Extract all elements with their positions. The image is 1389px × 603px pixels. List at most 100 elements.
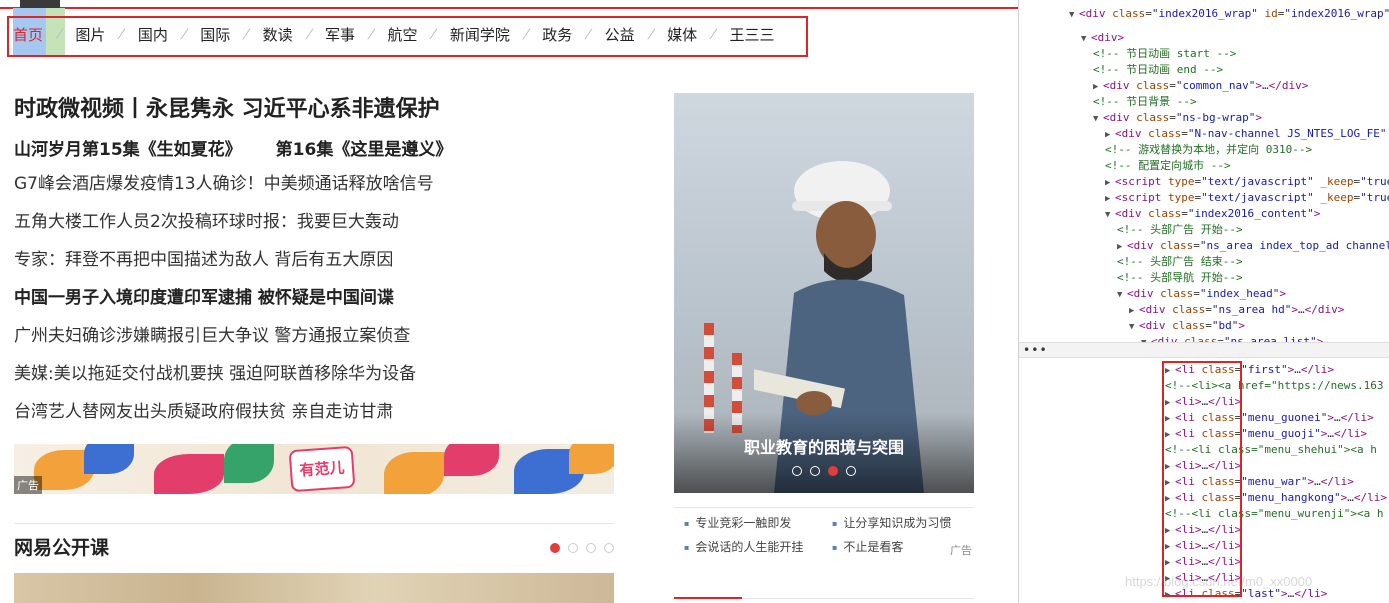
nav-item[interactable]: 政务 / [542,24,604,45]
nav-item-label: 数读 [262,25,293,44]
nav-item[interactable]: 数读 / [263,24,325,45]
slide-dot[interactable] [828,466,838,476]
dom-node-line[interactable]: ▶ <li>…</li> [1165,394,1241,410]
nav-item-label: 王三三 [729,25,775,44]
dom-node-line[interactable]: ▶ <script type="text/javascript" _keep="t… [1105,190,1389,206]
dom-node-line[interactable]: <!-- 头部广告 结束--> [1117,254,1243,270]
dom-node-line[interactable]: ▶ <li>…</li> [1165,538,1241,554]
dom-node-line[interactable]: <!-- 头部导航 开始--> [1117,270,1243,286]
tab-baseline [742,598,974,599]
slide-dot[interactable] [792,466,802,476]
news-item[interactable]: 广州夫妇确诊涉嫌瞒报引巨大争议 警方通报立案侦查 [14,322,434,360]
nav-item[interactable]: 军事 / [325,24,387,45]
promo-links-grid: 专业竞彩一触即发让分享知识成为习惯会说话的人生能开挂不止是看客 [684,514,962,555]
course-carousel-dots [550,543,614,553]
dom-node-line[interactable]: ▶ <li>…</li> [1165,554,1241,570]
news-list: G7峰会酒店爆发疫情13人确诊！中美频通话释放啥信号 五角大楼工作人员2次投稿环球… [14,170,434,436]
promo-link[interactable]: 专业竞彩一触即发 [684,514,832,531]
news-page: 首页 / 图片 / 国内 / 国际 / 数读 / 军事 / 航空 / 新闻学院 / 政务 / 公益 / 媒体 / 王三三 时… [0,0,1018,603]
dom-node-line[interactable]: <!--<li class="menu_wurenji"><a h [1165,506,1384,522]
nav-separator: / [303,26,314,42]
nav-item[interactable]: 国内 / [138,24,200,45]
promo-link[interactable]: 不止是看客 [832,538,962,555]
dom-node-line[interactable]: <!-- 节日动画 start --> [1093,46,1236,62]
top-headline[interactable]: 时政微视频丨永昆隽永 习近平心系非遗保护 [14,91,440,123]
dom-node-line[interactable]: ▼ <div class="index_head"> [1117,286,1286,302]
featured-photo[interactable]: 职业教育的困境与突围 [674,93,974,493]
dom-node-line[interactable]: ▶ <li class="menu_hangkong">…</li> [1165,490,1387,506]
nav-item[interactable]: 首页 / [13,24,75,45]
dom-node-line[interactable]: ▶ <div class="common_nav">…</div> [1093,78,1308,94]
nav-item[interactable]: 媒体 / [667,24,729,45]
nav-separator: / [241,26,252,42]
ad-label: 广告 [14,476,42,494]
dom-node-line[interactable]: ▶ <li>…</li> [1165,522,1241,538]
dom-node-line[interactable]: ▼ <div class="index2016_content"> [1105,206,1320,222]
dom-node-line[interactable]: ▼ <div class="index2016_wrap" id="index20… [1069,6,1389,22]
dom-node-line[interactable]: ▼ <div> [1081,30,1124,46]
watermark: https://blog.csdn.net/m0_xx0000 [1125,574,1313,589]
subhead-link-2[interactable]: 第16集《这里是遵义》 [276,140,453,160]
nav-item[interactable]: 公益 / [605,24,667,45]
nav-item[interactable]: 图片 / [75,24,137,45]
nav-item[interactable]: 王三三 [729,24,774,45]
dom-node-line[interactable]: ▶ <li class="menu_guoji">…</li> [1165,426,1367,442]
news-item[interactable]: 五角大楼工作人员2次投稿环球时报：我要巨大轰动 [14,208,434,246]
nav-item-label: 媒体 [667,25,698,44]
news-item[interactable]: 美媒:美以拖延交付战机要挟 强迫阿联酋移除华为设备 [14,360,434,398]
dom-node-line[interactable]: ▶ <div class="N-nav-channel JS_NTES_LOG_F… [1105,126,1387,142]
dom-node-line[interactable]: <!-- 节日动画 end --> [1093,62,1223,78]
dom-node-line[interactable]: ▶ <script type="text/javascript" _keep="t… [1105,174,1389,190]
nav-item[interactable]: 航空 / [387,24,449,45]
nav-item-label: 国内 [137,25,168,44]
tab-underline [674,597,742,599]
nav-separator: / [428,26,439,42]
dom-node-line[interactable]: ▶ <li class="menu_guonei">…</li> [1165,410,1374,426]
more-options-icon[interactable]: ••• [1023,343,1048,357]
promo-links: 专业竞彩一触即发让分享知识成为习惯会说话的人生能开挂不止是看客 广告 [674,507,974,561]
course-image[interactable] [14,573,614,603]
news-item[interactable]: G7峰会酒店爆发疫情13人确诊！中美频通话释放啥信号 [14,170,434,208]
nav-separator: / [366,26,377,42]
nav-item[interactable]: 国际 / [200,24,262,45]
top-red-line [0,7,1018,9]
open-course-title[interactable]: 网易公开课 [14,533,109,560]
carousel-dot[interactable] [586,543,596,553]
news-item[interactable]: 台湾艺人替网友出头质疑政府假扶贫 亲自走访甘肃 [14,398,434,436]
dom-node-line[interactable]: ▶ <div class="ns_area hd">…</div> [1129,302,1344,318]
ad-banner[interactable]: 有范儿 广告 [14,444,614,494]
dom-node-line[interactable]: ▼ <div class="bd"> [1129,318,1245,334]
ad-decoration [224,444,274,483]
news-item[interactable]: 中国一男子入境印度遭印军逮捕 被怀疑是中国间谍 [14,284,434,322]
news-item[interactable]: 专家：拜登不再把中国描述为敌人 背后有五大原因 [14,246,434,284]
dom-node-line[interactable]: ▶ <li class="first">…</li> [1165,362,1334,378]
slide-dot[interactable] [846,466,856,476]
nav-separator: / [179,26,189,42]
dom-node-line[interactable]: ▶ <div class="ns_area index_top_ad channe… [1117,238,1389,254]
nav-item[interactable]: 新闻学院 / [450,24,542,45]
channel-nav: 首页 / 图片 / 国内 / 国际 / 数读 / 军事 / 航空 / 新闻学院 / 政务 / 公益 / 媒体 / 王三三 [13,22,774,46]
dom-node-line[interactable]: ▶ <li>…</li> [1165,458,1241,474]
carousel-dot[interactable] [568,543,578,553]
panel-divider[interactable] [1019,342,1389,358]
promo-link[interactable]: 会说话的人生能开挂 [684,538,832,555]
slide-title[interactable]: 职业教育的困境与突围 [744,434,904,458]
dom-node-line[interactable]: <!--<li class="menu_shehui"><a h [1165,442,1377,458]
dom-node-line[interactable]: <!--<li><a href="https://news.163 [1165,378,1384,394]
carousel-dot[interactable] [604,543,614,553]
sub-headline: 山河岁月第15集《生如夏花》 第16集《这里是遵义》 [14,135,452,160]
dom-node-line[interactable]: <!-- 节日背景 --> [1093,94,1197,110]
nav-item-label: 新闻学院 [449,25,510,44]
slide-dot[interactable] [810,466,820,476]
carousel-dot[interactable] [550,543,560,553]
nav-item-label: 政务 [542,25,573,44]
promo-link[interactable]: 让分享知识成为习惯 [832,514,962,531]
ad-decoration [84,444,134,474]
dom-node-line[interactable]: ▶ <li class="menu_war">…</li> [1165,474,1354,490]
dom-node-line[interactable]: <!-- 头部广告 开始--> [1117,222,1243,238]
dom-node-line[interactable]: ▼ <div class="ns-bg-wrap"> [1093,110,1262,126]
ad-decoration [569,444,614,474]
dom-node-line[interactable]: <!-- 游戏替换为本地，并定向 0310--> [1105,142,1312,158]
subhead-link-1[interactable]: 山河岁月第15集《生如夏花》 [14,140,242,160]
dom-node-line[interactable]: <!-- 配置定向城市 --> [1105,158,1231,174]
